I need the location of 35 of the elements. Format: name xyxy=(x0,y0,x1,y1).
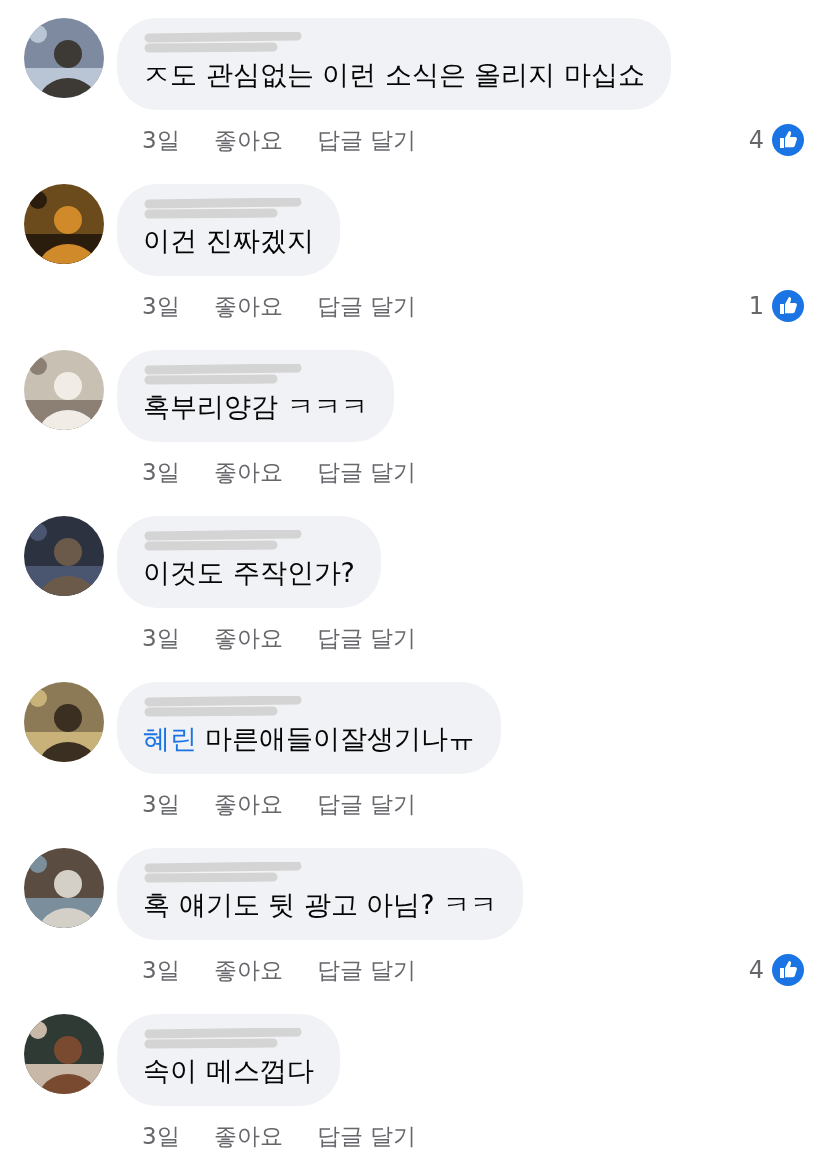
comment-text: 이것도 주작인가? xyxy=(143,557,355,588)
comment-time: 3일 xyxy=(142,1121,180,1151)
like-link[interactable]: 좋아요 xyxy=(213,622,283,654)
thumbs-up-icon xyxy=(772,124,804,156)
like-link[interactable]: 좋아요 xyxy=(213,124,283,156)
reply-link[interactable]: 답글 달기 xyxy=(316,124,416,156)
comment-text: ㅈ도 관심없는 이런 소식은 올리지 마십쇼 xyxy=(143,59,645,90)
like-link[interactable]: 좋아요 xyxy=(213,954,283,986)
like-link[interactable]: 좋아요 xyxy=(213,456,283,488)
thumbs-up-icon xyxy=(772,290,804,322)
comment-time: 3일 xyxy=(142,623,180,653)
like-count: 4 xyxy=(748,126,764,154)
comment-time: 3일 xyxy=(142,291,180,321)
comment-time: 3일 xyxy=(142,955,180,985)
reply-link[interactable]: 답글 달기 xyxy=(316,1120,416,1152)
comment-text: 혹부리양감 ㅋㅋㅋ xyxy=(143,391,368,422)
like-count: 4 xyxy=(748,956,764,984)
reply-link[interactable]: 답글 달기 xyxy=(316,622,416,654)
comment-text: 이건 진짜겠지 xyxy=(143,225,314,256)
reply-link[interactable]: 답글 달기 xyxy=(316,788,416,820)
comment-time: 3일 xyxy=(142,789,180,819)
mention-link[interactable]: 혜린 xyxy=(143,723,197,754)
like-link[interactable]: 좋아요 xyxy=(213,290,283,322)
like-link[interactable]: 좋아요 xyxy=(213,788,283,820)
reply-link[interactable]: 답글 달기 xyxy=(316,954,416,986)
reply-link[interactable]: 답글 달기 xyxy=(316,456,416,488)
comment-text: 속이 메스껍다 xyxy=(143,1055,314,1086)
comment-time: 3일 xyxy=(142,125,180,155)
comment-text: 혹 얘기도 뒷 광고 아님? ㅋㅋ xyxy=(143,889,498,920)
like-link[interactable]: 좋아요 xyxy=(213,1120,283,1152)
reply-link[interactable]: 답글 달기 xyxy=(316,290,416,322)
comment-text: 마른애들이잘생기나ㅠ xyxy=(205,723,475,754)
thumbs-up-icon xyxy=(772,954,804,986)
like-count: 1 xyxy=(748,292,764,320)
comment-time: 3일 xyxy=(142,457,180,487)
